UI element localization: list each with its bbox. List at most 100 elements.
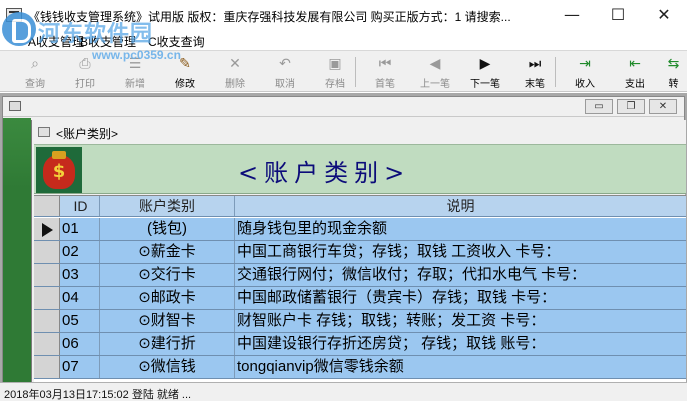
cell-id[interactable]: 01 [60, 218, 100, 240]
table-row[interactable]: 02 ⊙薪金卡 中国工商银行车贷；存钱；取钱 工资收入 卡号： [34, 241, 686, 264]
cell-id[interactable]: 03 [60, 264, 100, 286]
row-indicator [34, 310, 60, 332]
mdi-child-titlebar: ▭ ❐ ✕ [3, 97, 684, 117]
cancel-label: 取消 [275, 79, 295, 90]
edit-label: 修改 [175, 79, 195, 90]
table-row[interactable]: 04 ⊙邮政卡 中国邮政储蓄银行（贵宾卡）存钱；取钱 卡号： [34, 287, 686, 310]
expense-button[interactable]: ⇤ 支出 [610, 53, 660, 91]
maximize-button[interactable]: ☐ [595, 0, 641, 30]
cell-description[interactable]: 中国工商银行车贷；存钱；取钱 工资收入 卡号： [235, 241, 686, 263]
transfer-button[interactable]: ⇆ 转 [660, 53, 687, 91]
header-indicator [34, 196, 60, 216]
print-label: 打印 [75, 79, 95, 90]
cell-category[interactable]: ⊙邮政卡 [100, 287, 235, 309]
cell-description[interactable]: 中国邮政储蓄银行（贵宾卡）存钱；取钱 卡号： [235, 287, 686, 309]
watermark-logo [2, 12, 36, 46]
toolbar-separator [355, 57, 356, 87]
income-button[interactable]: ⇥ 收入 [560, 53, 610, 91]
cell-description[interactable]: tongqianvip微信零钱余额 [235, 356, 686, 378]
row-indicator [34, 241, 60, 263]
account-window-title: <账户类别> [56, 127, 119, 141]
save-disk-icon: ▣ [328, 56, 342, 72]
header-id[interactable]: ID [60, 196, 100, 216]
money-bag-tie [52, 151, 66, 159]
add-label: 新增 [125, 79, 145, 90]
cell-id[interactable]: 04 [60, 287, 100, 309]
next-record-label: 下一笔 [470, 79, 500, 90]
previous-record-label: 上一笔 [420, 79, 450, 90]
row-indicator [34, 287, 60, 309]
first-record-button[interactable]: ⏮ 首笔 [360, 53, 410, 91]
last-record-label: 末笔 [525, 79, 545, 90]
cell-description[interactable]: 交通银行网付；微信收付；存取；代扣水电气 卡号： [235, 264, 686, 286]
cell-category[interactable]: ⊙交行卡 [100, 264, 235, 286]
delete-label: 删除 [225, 79, 245, 90]
transfer-icon: ⇆ [667, 56, 680, 72]
child-minimize-button[interactable]: ▭ [585, 99, 613, 114]
child-restore-button[interactable]: ❐ [617, 99, 645, 114]
income-label: 收入 [575, 79, 595, 90]
cell-id[interactable]: 06 [60, 333, 100, 355]
cell-id[interactable]: 05 [60, 310, 100, 332]
cell-description[interactable]: 随身钱包里的现金余额 [235, 218, 686, 240]
toolbar-separator [555, 57, 556, 87]
close-button[interactable]: ✕ [641, 0, 687, 30]
delete-x-icon: ✕ [229, 56, 241, 72]
table-header: ID 账户类别 说明 [34, 196, 686, 217]
cell-category[interactable]: ⊙财智卡 [100, 310, 235, 332]
table-row[interactable]: 01 (钱包) 随身钱包里的现金余额 [34, 218, 686, 241]
money-bag-icon: $ [36, 147, 82, 193]
account-window-titlebar: <账户类别> [32, 120, 686, 144]
previous-record-icon: ◀ [429, 56, 441, 72]
header-description[interactable]: 说明 [235, 196, 686, 216]
watermark-title: 河东软件园 [38, 21, 154, 47]
dollar-sign-icon: $ [52, 161, 66, 182]
cell-category[interactable]: (钱包) [100, 218, 235, 240]
minimize-button[interactable]: — [549, 0, 595, 30]
banner-title: <账户类别> [238, 159, 411, 187]
save-button[interactable]: ▣ 存档 [310, 53, 360, 91]
cell-category[interactable]: ⊙薪金卡 [100, 241, 235, 263]
child-window-icon [9, 101, 21, 111]
cell-description[interactable]: 财智账户卡 存钱；取钱；转账；发工资 卡号： [235, 310, 686, 332]
row-indicator [34, 218, 60, 240]
table-row[interactable]: 03 ⊙交行卡 交通银行网付；微信收付；存取；代扣水电气 卡号： [34, 264, 686, 287]
next-record-button[interactable]: ▶ 下一笔 [460, 53, 510, 91]
previous-record-button[interactable]: ◀ 上一笔 [410, 53, 460, 91]
account-category-window: <账户类别> $ <账户类别> ID 账户类别 说明 01 (钱包) 随身钱包里… [31, 120, 686, 382]
left-green-panel [3, 118, 31, 382]
first-record-icon: ⏮ [378, 56, 392, 72]
first-record-label: 首笔 [375, 79, 395, 90]
row-indicator [34, 264, 60, 286]
expense-door-icon: ⇤ [629, 56, 641, 72]
row-indicator [34, 333, 60, 355]
save-label: 存档 [325, 79, 345, 90]
cell-category[interactable]: ⊙微信钱 [100, 356, 235, 378]
account-table: ID 账户类别 说明 01 (钱包) 随身钱包里的现金余额 02 ⊙薪金卡 中国… [34, 195, 686, 382]
status-bar: 2018年03月13日17:15:02 登陆 就绪 ... [0, 382, 687, 401]
last-record-button[interactable]: ⏭ 末笔 [510, 53, 560, 91]
header-category[interactable]: 账户类别 [100, 196, 235, 216]
query-button[interactable]: ⌕ 查询 [10, 53, 60, 91]
cell-id[interactable]: 07 [60, 356, 100, 378]
cell-category[interactable]: ⊙建行折 [100, 333, 235, 355]
undo-icon: ↶ [279, 56, 291, 72]
income-door-icon: ⇥ [579, 56, 591, 72]
transfer-label: 转 [668, 79, 679, 90]
account-window-icon [38, 127, 50, 137]
watermark-url: www.pc0359.cn [92, 48, 181, 62]
expense-label: 支出 [625, 79, 645, 90]
delete-button[interactable]: ✕ 删除 [210, 53, 260, 91]
child-close-button[interactable]: ✕ [649, 99, 677, 114]
table-row[interactable]: 06 ⊙建行折 中国建设银行存折还房贷； 存钱；取钱 账号： [34, 333, 686, 356]
query-label: 查询 [25, 79, 45, 90]
next-record-icon: ▶ [479, 56, 491, 72]
last-record-icon: ⏭ [528, 56, 542, 72]
table-row[interactable]: 07 ⊙微信钱 tongqianvip微信零钱余额 [34, 356, 686, 379]
cancel-button[interactable]: ↶ 取消 [260, 53, 310, 91]
status-text: 2018年03月13日17:15:02 登陆 就绪 ... [4, 389, 192, 401]
table-row[interactable]: 05 ⊙财智卡 财智账户卡 存钱；取钱；转账；发工资 卡号： [34, 310, 686, 333]
magnifier-icon: ⌕ [31, 56, 39, 72]
cell-id[interactable]: 02 [60, 241, 100, 263]
cell-description[interactable]: 中国建设银行存折还房贷； 存钱；取钱 账号： [235, 333, 686, 355]
